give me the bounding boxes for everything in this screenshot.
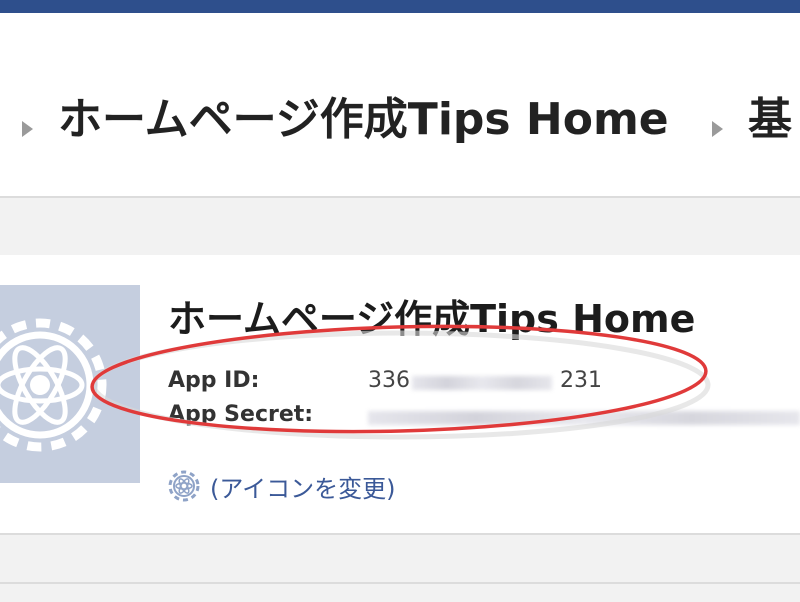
app-id-suffix-value: 231 <box>560 368 602 393</box>
change-icon-label: (アイコンを変更) <box>210 474 396 503</box>
app-icon <box>0 285 140 483</box>
breadcrumb: ホームページ作成Tips Home 基 <box>0 13 800 196</box>
triangle-right-icon <box>712 121 723 137</box>
section-divider-bottom <box>0 533 800 602</box>
app-id-prefix: 336 <box>368 368 410 393</box>
app-secret-label: App Secret: <box>168 402 314 427</box>
gear-icon <box>168 470 200 502</box>
app-name: ホームページ作成Tips Home <box>168 297 696 341</box>
app-info-panel: ホームページ作成Tips Home App ID: 336 231 App Se… <box>0 255 800 533</box>
change-icon-button[interactable]: (アイコンを変更) <box>166 468 396 504</box>
divider-line <box>0 582 800 584</box>
breadcrumb-item-app[interactable]: ホームページ作成Tips Home <box>58 83 669 147</box>
app-secret-redacted <box>368 411 800 425</box>
app-id-redacted <box>412 376 552 390</box>
section-divider <box>0 196 800 257</box>
app-id-suffix: 231 <box>560 368 602 393</box>
app-id-value: 336 <box>368 368 410 393</box>
breadcrumb-item-next[interactable]: 基 <box>748 83 792 147</box>
top-nav-bar <box>0 0 800 13</box>
atom-gear-icon <box>0 318 107 452</box>
app-id-label: App ID: <box>168 368 260 393</box>
triangle-right-icon <box>22 121 33 137</box>
